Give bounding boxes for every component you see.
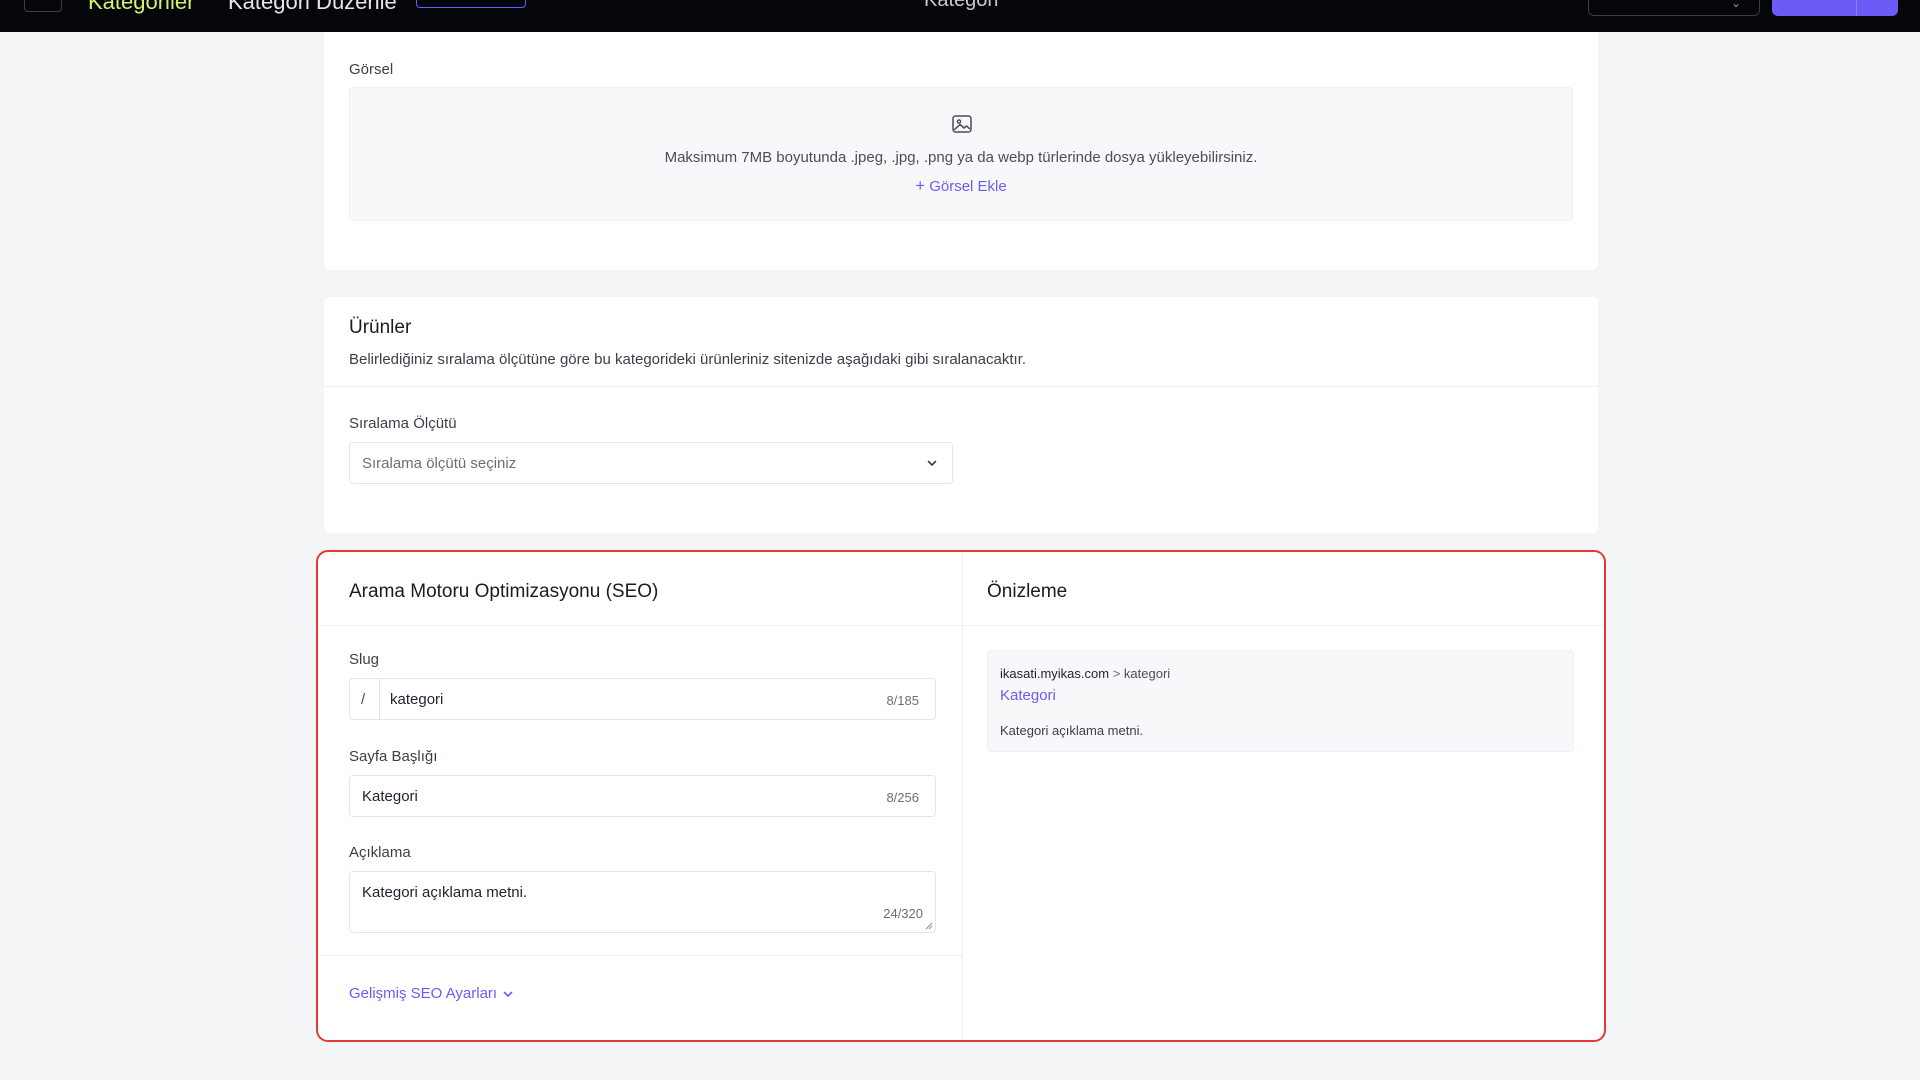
page-title-value: Kategori xyxy=(362,788,418,805)
slug-label: Slug xyxy=(349,651,380,668)
page-title-counter: 8/256 xyxy=(886,790,919,805)
preview-path: kategori xyxy=(1123,666,1171,681)
top-bar: Kategoriler Kategori Düzenle Kategori ⌄ xyxy=(0,0,1920,32)
description-textarea[interactable]: Kategori açıklama metni. 24/320 xyxy=(349,871,936,933)
upload-hint: Maksimum 7MB boyutunda .jpeg, .jpg, .png… xyxy=(664,149,1258,166)
image-card: Görsel Maksimum 7MB boyutunda .jpeg, .jp… xyxy=(324,32,1598,270)
save-button[interactable] xyxy=(1772,0,1898,16)
menu-button[interactable] xyxy=(24,0,62,12)
description-counter: 24/320 xyxy=(883,906,923,921)
divider xyxy=(318,625,1604,626)
chevron-down-icon xyxy=(503,991,513,997)
breadcrumb-root[interactable]: Kategoriler xyxy=(88,0,194,15)
description-label: Açıklama xyxy=(349,844,411,861)
page-center-title: Kategori xyxy=(924,0,999,11)
divider xyxy=(318,955,962,956)
sort-select[interactable]: Sıralama ölçütü seçiniz xyxy=(349,442,953,484)
preview-description: Kategori açıklama metni. xyxy=(1000,723,1144,738)
page-title-field[interactable]: Kategori 8/256 xyxy=(349,775,936,817)
add-image-label: Görsel Ekle xyxy=(929,178,1007,195)
preview-url: ikasati.myikas.com > kategori xyxy=(1000,666,1170,681)
divider xyxy=(324,386,1598,387)
save-button-divider xyxy=(1856,0,1857,16)
add-image-button[interactable]: + Görsel Ekle xyxy=(350,176,1572,196)
products-description: Belirlediğiniz sıralama ölçütüne göre bu… xyxy=(349,351,1027,368)
seo-card: Arama Motoru Optimizasyonu (SEO) Önizlem… xyxy=(316,550,1606,1042)
image-icon xyxy=(952,115,972,133)
page-title-label: Sayfa Başlığı xyxy=(349,748,438,765)
seo-title: Arama Motoru Optimizasyonu (SEO) xyxy=(349,581,659,602)
slug-value: kategori xyxy=(390,691,444,708)
image-dropzone[interactable]: Maksimum 7MB boyutunda .jpeg, .jpg, .png… xyxy=(349,87,1573,221)
chevron-down-icon xyxy=(927,460,937,466)
language-select[interactable]: ⌄ xyxy=(1588,0,1760,16)
advanced-seo-label: Gelişmiş SEO Ayarları xyxy=(349,985,498,1002)
resize-handle-icon[interactable] xyxy=(924,921,933,930)
slug-prefix-text: / xyxy=(361,691,366,708)
plus-icon: + xyxy=(915,176,926,195)
advanced-seo-toggle[interactable]: Gelişmiş SEO Ayarları xyxy=(349,985,513,1002)
preview-domain: ikasati.myikas.com xyxy=(1000,666,1110,681)
slug-prefix: / xyxy=(350,679,380,719)
sort-select-placeholder: Sıralama ölçütü seçiniz xyxy=(362,455,517,472)
preview-separator: > xyxy=(1112,666,1121,681)
slug-field[interactable]: / kategori 8/185 xyxy=(349,678,936,720)
sort-label: Sıralama Ölçütü xyxy=(349,415,457,432)
chevron-down-icon: ⌄ xyxy=(1730,0,1741,10)
search-preview: ikasati.myikas.com > kategori Kategori K… xyxy=(987,650,1574,752)
image-label: Görsel xyxy=(349,61,394,78)
slug-counter: 8/185 xyxy=(886,693,919,708)
preview-title: Önizleme xyxy=(987,581,1068,602)
preview-page-title: Kategori xyxy=(1000,687,1056,704)
products-card: Ürünler Belirlediğiniz sıralama ölçütüne… xyxy=(324,297,1598,533)
breadcrumb-current: Kategori Düzenle xyxy=(228,0,397,14)
products-title: Ürünler xyxy=(349,317,412,338)
status-badge xyxy=(416,0,526,8)
description-value: Kategori açıklama metni. xyxy=(362,884,528,901)
